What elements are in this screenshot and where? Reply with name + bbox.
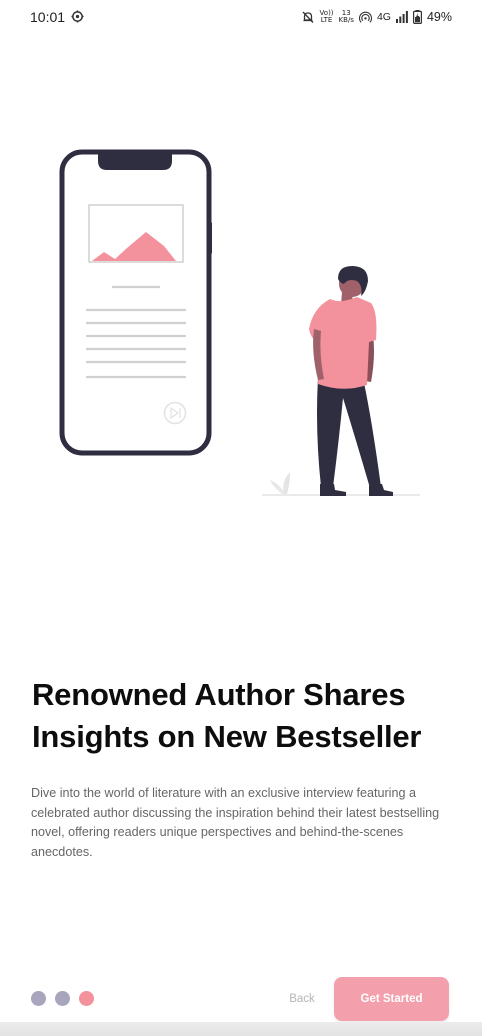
- onboarding-illustration: [59, 149, 420, 496]
- person-illustration: [262, 266, 420, 496]
- onboarding-title: Renowned Author Shares Insights on New B…: [32, 677, 422, 754]
- onboarding-screen: 10:01 Vo)) LTE 13 KB/s 4G 49% Renowned A…: [0, 0, 482, 1036]
- hotspot-icon: [358, 11, 372, 23]
- status-bar: 10:01 Vo)) LTE 13 KB/s 4G 49%: [0, 0, 482, 34]
- page-indicator: [31, 991, 94, 1006]
- network-type: 4G: [376, 11, 391, 23]
- onboarding-description: Dive into the world of literature with a…: [31, 786, 440, 859]
- volte-bottom-text: LTE: [320, 16, 333, 24]
- battery-percentage: 49%: [426, 10, 452, 24]
- bell-off-icon: [302, 11, 314, 23]
- network-speed-unit: KB/s: [338, 16, 354, 24]
- page-dot-1[interactable]: [31, 991, 46, 1006]
- navigation-bar: [0, 1022, 482, 1036]
- volte-indicator: Vo)) LTE: [320, 10, 334, 24]
- network-speed: 13 KB/s: [339, 10, 354, 24]
- get-started-button[interactable]: Get Started: [334, 977, 449, 1021]
- signal-icon: [395, 11, 408, 23]
- status-indicators: Vo)) LTE 13 KB/s 4G 49%: [301, 7, 452, 27]
- phone-illustration: [59, 149, 212, 456]
- battery-icon: [412, 10, 422, 24]
- page-dot-3-active[interactable]: [79, 991, 94, 1006]
- status-time: 10:01: [30, 9, 66, 25]
- page-dot-2[interactable]: [55, 991, 70, 1006]
- back-button[interactable]: Back: [278, 986, 326, 1012]
- settings-gear-icon: [71, 10, 84, 23]
